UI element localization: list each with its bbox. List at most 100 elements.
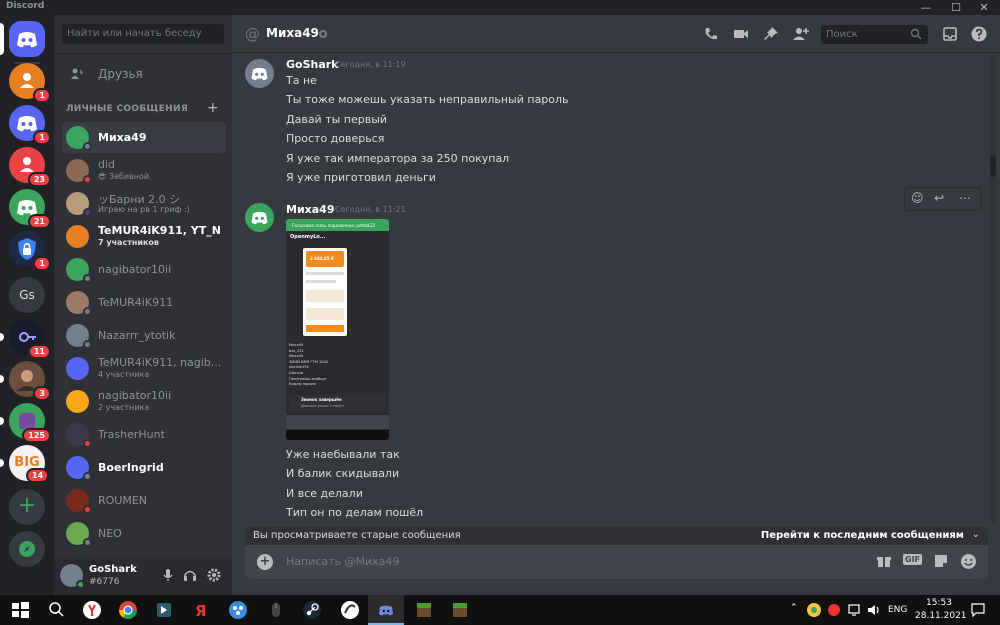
gif-button[interactable]: GIF: [903, 554, 923, 565]
server-gs[interactable]: Gs: [9, 277, 45, 313]
dm-name: TeMUR4iK911, YT_N...: [98, 224, 222, 237]
pinned-messages-icon[interactable]: [762, 25, 780, 43]
minecraft-icon[interactable]: [414, 600, 434, 620]
windows-start-icon[interactable]: [10, 600, 30, 620]
message-text: Та не: [286, 74, 317, 87]
mention-badge: 23: [27, 172, 51, 187]
dm-item-nazarrr[interactable]: Nazarrr_ytotik: [62, 320, 226, 351]
notifications-icon[interactable]: [970, 602, 986, 618]
chevron-down-icon[interactable]: ⌄: [972, 529, 980, 540]
old-messages-bar: Вы просматриваете старые сообщения Перей…: [245, 527, 988, 545]
jump-to-present-link[interactable]: Перейти к последним сообщениям: [761, 530, 964, 541]
dm-search-input[interactable]: Найти или начать беседу: [62, 24, 224, 44]
message-avatar[interactable]: [245, 203, 274, 232]
mouse-app-icon[interactable]: [266, 600, 286, 620]
clock-date[interactable]: 28.11.2021: [915, 611, 967, 621]
dm-item-nagibator[interactable]: nagibator10ii: [62, 254, 226, 285]
message-avatar[interactable]: [245, 59, 274, 88]
message-composer[interactable]: + Написать @Миха49 GIF: [245, 545, 988, 579]
minecraft-icon[interactable]: [450, 600, 470, 620]
server-item[interactable]: 125: [9, 403, 51, 443]
chat-title: Миха49: [266, 26, 319, 40]
mention-badge: 11: [27, 344, 51, 359]
scrollbar-thumb[interactable]: [990, 155, 996, 177]
tray-chevron-icon[interactable]: ⌃: [790, 603, 798, 613]
message-text: Просто доверься: [286, 132, 385, 145]
language-indicator[interactable]: ENG: [888, 605, 907, 615]
search-icon: [910, 28, 922, 40]
dm-item-miha49[interactable]: Миха49: [62, 122, 226, 153]
dm-item-trasherhunt[interactable]: TrasherHunt: [62, 419, 226, 450]
username: GoShark: [89, 564, 137, 575]
upload-plus-button[interactable]: +: [257, 554, 273, 570]
server-item[interactable]: 1: [9, 231, 51, 271]
chat-search-input[interactable]: Поиск: [821, 25, 928, 44]
message-input[interactable]: Написать @Миха49: [286, 555, 399, 568]
app-icon[interactable]: [228, 600, 248, 620]
voice-call-icon[interactable]: [702, 25, 720, 43]
voice-connected-banner: Голосовая связь подключена: pdmbk22: [286, 219, 389, 231]
dm-status-text: 😎 Забивной: [98, 172, 150, 181]
headphones-icon[interactable]: [182, 567, 198, 583]
search-icon[interactable]: [46, 600, 66, 620]
emoji-icon[interactable]: [960, 553, 977, 570]
image-attachment[interactable]: Голосовая связь подключена: pdmbk22 Open…: [286, 219, 389, 440]
gift-icon[interactable]: [876, 553, 892, 569]
yandex-browser-icon[interactable]: [82, 600, 102, 620]
reply-icon[interactable]: ↩: [934, 191, 944, 205]
dm-item-group-temur[interactable]: TeMUR4iK911, YT_N... 7 участников: [62, 221, 226, 252]
microphone-icon[interactable]: [160, 567, 176, 583]
home-button[interactable]: [9, 21, 45, 57]
tray-app-icon[interactable]: [806, 602, 822, 618]
server-item[interactable]: 23: [9, 147, 51, 187]
minimize-button[interactable]: —: [912, 0, 940, 15]
message-text: Тип он по делам пошёл: [286, 506, 424, 519]
window-titlebar: Discord — ☐ ✕: [0, 0, 1000, 15]
add-server-button[interactable]: +: [9, 489, 45, 525]
shot-chat-lines: Миха49 bzs_232 Миха49 ЗМИЙ ИМЯ ГТМ 1042 …: [289, 343, 385, 388]
dm-item-group-nagibator[interactable]: nagibator10ii 2 участника: [62, 386, 226, 417]
shot-call-card: Звонок завершён Длилась около 2 минут: [289, 395, 385, 411]
server-item[interactable]: 21: [9, 189, 51, 229]
inbox-icon[interactable]: [941, 25, 959, 43]
dm-item-did[interactable]: did 😎 Забивной: [62, 155, 226, 186]
dm-item-temur[interactable]: TeMUR4iK911: [62, 287, 226, 318]
friends-nav-item[interactable]: Друзья: [62, 61, 226, 87]
add-reaction-icon[interactable]: ☺: [911, 191, 924, 205]
server-keydrop[interactable]: 11: [9, 319, 51, 359]
scrollbar[interactable]: [990, 55, 996, 523]
clock-time[interactable]: 15:53: [926, 598, 952, 608]
sticker-icon[interactable]: [933, 553, 949, 569]
server-item[interactable]: 1: [9, 63, 51, 103]
network-icon[interactable]: [846, 602, 862, 618]
app-icon[interactable]: [154, 600, 174, 620]
dm-item-neo[interactable]: NEO: [62, 518, 226, 549]
video-call-icon[interactable]: [732, 25, 750, 43]
message-author[interactable]: GoShark: [286, 58, 339, 71]
dm-item-boeringrid[interactable]: BoerIngrid: [62, 452, 226, 483]
steam-icon[interactable]: [302, 600, 322, 620]
settings-gear-icon[interactable]: [206, 567, 222, 583]
message-author[interactable]: Миха49: [286, 203, 334, 216]
close-window-button[interactable]: ✕: [970, 0, 998, 15]
shot-chat-line: Кидаю пароль: [289, 382, 317, 387]
volume-icon[interactable]: [866, 602, 882, 618]
help-icon[interactable]: [970, 25, 988, 43]
server-item[interactable]: 1: [9, 105, 51, 145]
discord-taskbar-icon[interactable]: [376, 600, 396, 620]
chrome-icon[interactable]: [118, 600, 138, 620]
status-indicator: [83, 340, 92, 349]
dm-item-barni[interactable]: ッБарни 2.0 シ Играю на рв 1 гриф :): [62, 188, 226, 219]
yandex-icon[interactable]: Я: [190, 600, 210, 620]
create-dm-button[interactable]: +: [207, 100, 219, 116]
maximize-button[interactable]: ☐: [942, 0, 970, 15]
tray-app-icon[interactable]: [826, 602, 842, 618]
more-options-icon[interactable]: ⋯: [959, 191, 971, 205]
server-item[interactable]: 3: [9, 361, 51, 401]
explore-servers-button[interactable]: [9, 531, 45, 567]
dm-item-roumen[interactable]: ROUMEN: [62, 485, 226, 516]
add-friend-icon[interactable]: [792, 25, 810, 43]
dm-item-group-temur-nagib[interactable]: TeMUR4iK911, nagib... 4 участника: [62, 353, 226, 384]
friends-wave-icon: [71, 68, 83, 79]
app-icon[interactable]: [340, 600, 360, 620]
